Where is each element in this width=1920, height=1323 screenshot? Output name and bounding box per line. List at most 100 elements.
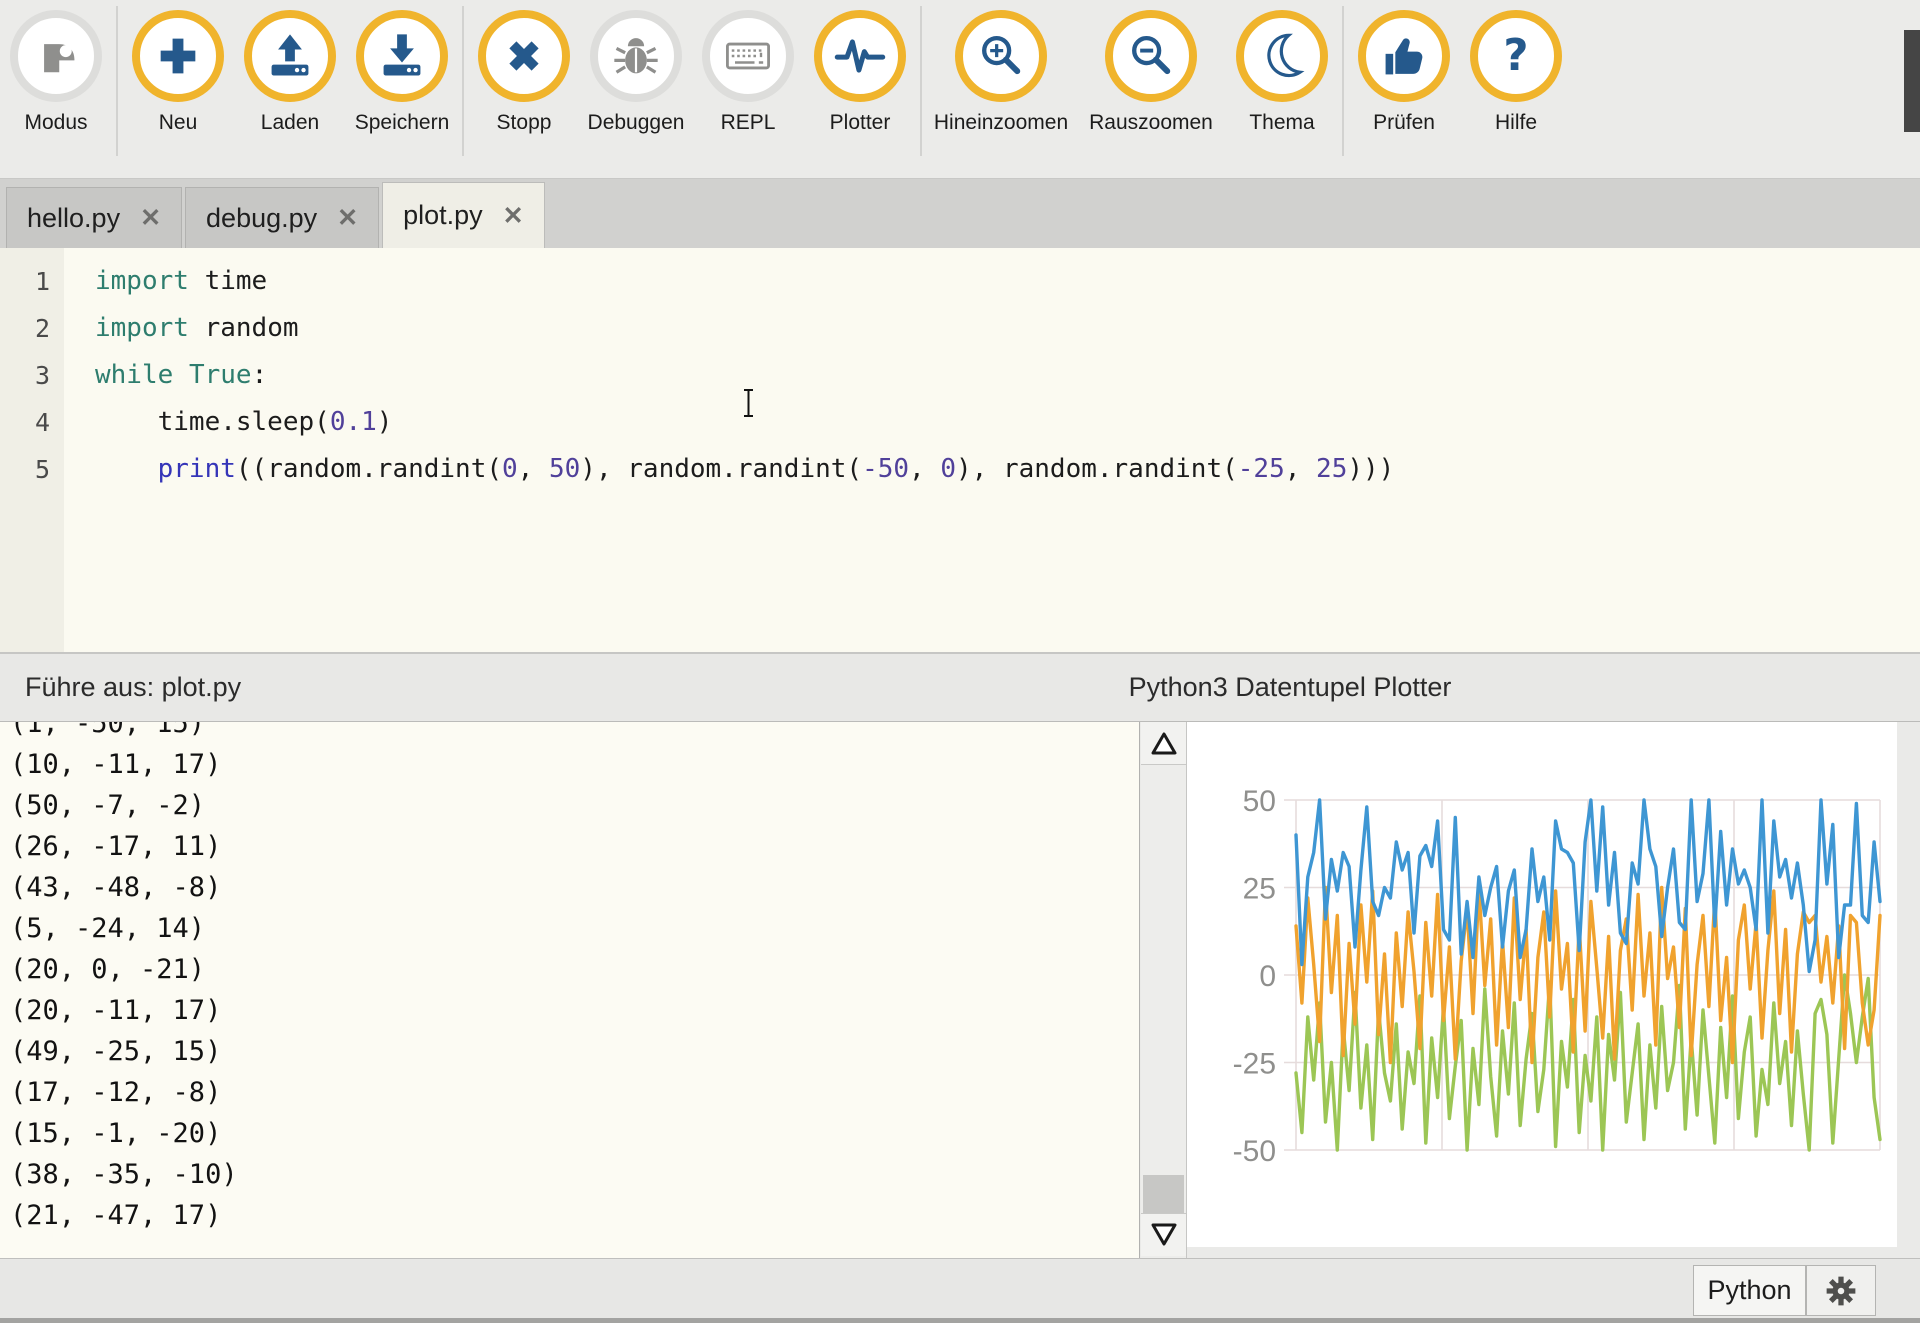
line-chart: 50 25 0 -25 -50 xyxy=(1187,722,1897,1247)
toolbar-button-neu[interactable]: Neu xyxy=(122,0,234,135)
shell-output-line: (20, -11, 17) xyxy=(10,990,238,1031)
y-axis-tick-label: 0 xyxy=(1259,960,1276,993)
toolbar-button-label: REPL xyxy=(721,111,776,135)
shell-output-line: (21, -47, 17) xyxy=(10,1195,238,1236)
toolbar-button-label: Modus xyxy=(24,111,87,135)
toolbar-button-label: Stopp xyxy=(497,111,552,135)
window-bottom-edge xyxy=(0,1318,1920,1323)
editor-tab-bar: hello.py ✕ debug.py ✕ plot.py ✕ xyxy=(0,179,1920,248)
triangle-down-icon xyxy=(1149,1221,1179,1249)
close-icon[interactable]: ✕ xyxy=(140,203,161,233)
toolbar-button-hilfe[interactable]: ? Hilfe xyxy=(1460,0,1572,135)
toolbar-button-label: Speichern xyxy=(355,111,450,135)
toolbar: Modus Neu Laden Speichern Stopp Debuggen REPL P… xyxy=(0,0,1920,179)
tab-plot-py[interactable]: plot.py ✕ xyxy=(382,182,545,248)
zoom-in-icon xyxy=(955,10,1047,102)
toolbar-button-thema[interactable]: Thema xyxy=(1226,0,1338,135)
toolbar-button-plotter[interactable]: Plotter xyxy=(804,0,916,135)
y-axis-tick-label: -50 xyxy=(1233,1135,1276,1168)
text-cursor-icon xyxy=(740,388,758,418)
pulse-icon xyxy=(814,10,906,102)
toolbar-button-label: Prüfen xyxy=(1373,111,1435,135)
shell-output-line: (5, -24, 14) xyxy=(10,908,238,949)
toolbar-button-stopp[interactable]: Stopp xyxy=(468,0,580,135)
line-number: 5 xyxy=(0,446,64,493)
tab-hello-py[interactable]: hello.py ✕ xyxy=(6,187,182,248)
shell-output-line: (1, -50, 15) xyxy=(10,722,238,744)
mode-icon xyxy=(10,10,102,102)
code-editor[interactable]: 12345 import timeimport randomwhile True… xyxy=(0,248,1920,652)
line-number-gutter: 12345 xyxy=(0,248,64,662)
question-icon: ? xyxy=(1470,10,1562,102)
tab-label: hello.py xyxy=(27,203,120,234)
upload-icon xyxy=(244,10,336,102)
interpreter-button[interactable]: Python xyxy=(1693,1265,1806,1316)
tab-label: plot.py xyxy=(403,200,483,231)
y-axis-tick-label: 50 xyxy=(1243,785,1276,818)
line-number: 2 xyxy=(0,305,64,352)
toolbar-button-label: Hineinzoomen xyxy=(934,111,1068,135)
shell-output-lines: (1, -50, 15)(10, -11, 17)(50, -7, -2)(26… xyxy=(10,722,238,1236)
toolbar-separator xyxy=(116,6,118,156)
toolbar-button-label: Plotter xyxy=(830,111,891,135)
plotter-title: Python3 Datentupel Plotter xyxy=(1129,672,1452,703)
y-axis-tick-label: 25 xyxy=(1243,873,1276,906)
toolbar-button-label: Thema xyxy=(1249,111,1314,135)
tab-debug-py[interactable]: debug.py ✕ xyxy=(185,187,379,248)
line-number: 1 xyxy=(0,258,64,305)
shell-output-line: (50, -7, -2) xyxy=(10,785,238,826)
shell-output-line: (43, -48, -8) xyxy=(10,867,238,908)
bug-icon xyxy=(590,10,682,102)
shell-scrollbar[interactable] xyxy=(1141,722,1187,1258)
code-line: time.sleep(0.1) xyxy=(95,399,1920,446)
shell-output[interactable]: (1, -50, 15)(10, -11, 17)(50, -7, -2)(26… xyxy=(0,722,1140,1258)
shell-output-line: (49, -25, 15) xyxy=(10,1031,238,1072)
shell-output-line: (38, -35, -10) xyxy=(10,1154,238,1195)
toolbar-button-debuggen[interactable]: Debuggen xyxy=(580,0,692,135)
y-axis-tick-label: -25 xyxy=(1233,1048,1276,1081)
zoom-out-icon xyxy=(1105,10,1197,102)
toolbar-button-label: Rauszoomen xyxy=(1089,111,1213,135)
gear-icon xyxy=(1818,1268,1864,1314)
toolbar-button-label: Neu xyxy=(159,111,198,135)
toolbar-button-repl[interactable]: REPL xyxy=(692,0,804,135)
close-icon[interactable]: ✕ xyxy=(337,203,358,233)
scroll-up-button[interactable] xyxy=(1141,722,1186,765)
shell-output-line: (15, -1, -20) xyxy=(10,1113,238,1154)
shell-output-line: (17, -12, -8) xyxy=(10,1072,238,1113)
status-bar: Python xyxy=(0,1258,1920,1323)
svg-text:?: ? xyxy=(1503,31,1528,81)
line-number: 4 xyxy=(0,399,64,446)
close-icon[interactable]: ✕ xyxy=(503,201,524,231)
toolbar-button-modus[interactable]: Modus xyxy=(0,0,112,135)
toolbar-separator xyxy=(920,6,922,156)
window-scrollbar-thumb[interactable] xyxy=(1904,30,1920,132)
code-line: import time xyxy=(95,258,1920,305)
panel-header-bar: Führe aus: plot.py Python3 Datentupel Pl… xyxy=(0,652,1920,722)
code-line: while True: xyxy=(95,352,1920,399)
scroll-down-button[interactable] xyxy=(1141,1213,1186,1256)
toolbar-button-speichern[interactable]: Speichern xyxy=(346,0,458,135)
plus-icon xyxy=(132,10,224,102)
line-number: 3 xyxy=(0,352,64,399)
shell-run-label: Führe aus: plot.py xyxy=(25,672,241,703)
tab-label: debug.py xyxy=(206,203,317,234)
toolbar-separator xyxy=(462,6,464,156)
code-line: print((random.randint(0, 50), random.ran… xyxy=(95,446,1920,493)
shell-output-line: (20, 0, -21) xyxy=(10,949,238,990)
stop-x-icon xyxy=(478,10,570,102)
interpreter-label: Python xyxy=(1707,1275,1791,1306)
toolbar-button-rauszoomen[interactable]: Rauszoomen xyxy=(1076,0,1226,135)
moon-icon xyxy=(1236,10,1328,102)
toolbar-button-hineinzoomen[interactable]: Hineinzoomen xyxy=(926,0,1076,135)
toolbar-button-pruefen[interactable]: Prüfen xyxy=(1348,0,1460,135)
shell-output-line: (26, -17, 11) xyxy=(10,826,238,867)
toolbar-button-label: Laden xyxy=(261,111,319,135)
keyboard-icon xyxy=(702,10,794,102)
settings-button[interactable] xyxy=(1806,1265,1876,1316)
thumbs-up-icon xyxy=(1358,10,1450,102)
toolbar-button-label: Hilfe xyxy=(1495,111,1537,135)
code-area[interactable]: import timeimport randomwhile True: time… xyxy=(64,248,1920,652)
toolbar-button-laden[interactable]: Laden xyxy=(234,0,346,135)
code-line: import random xyxy=(95,305,1920,352)
